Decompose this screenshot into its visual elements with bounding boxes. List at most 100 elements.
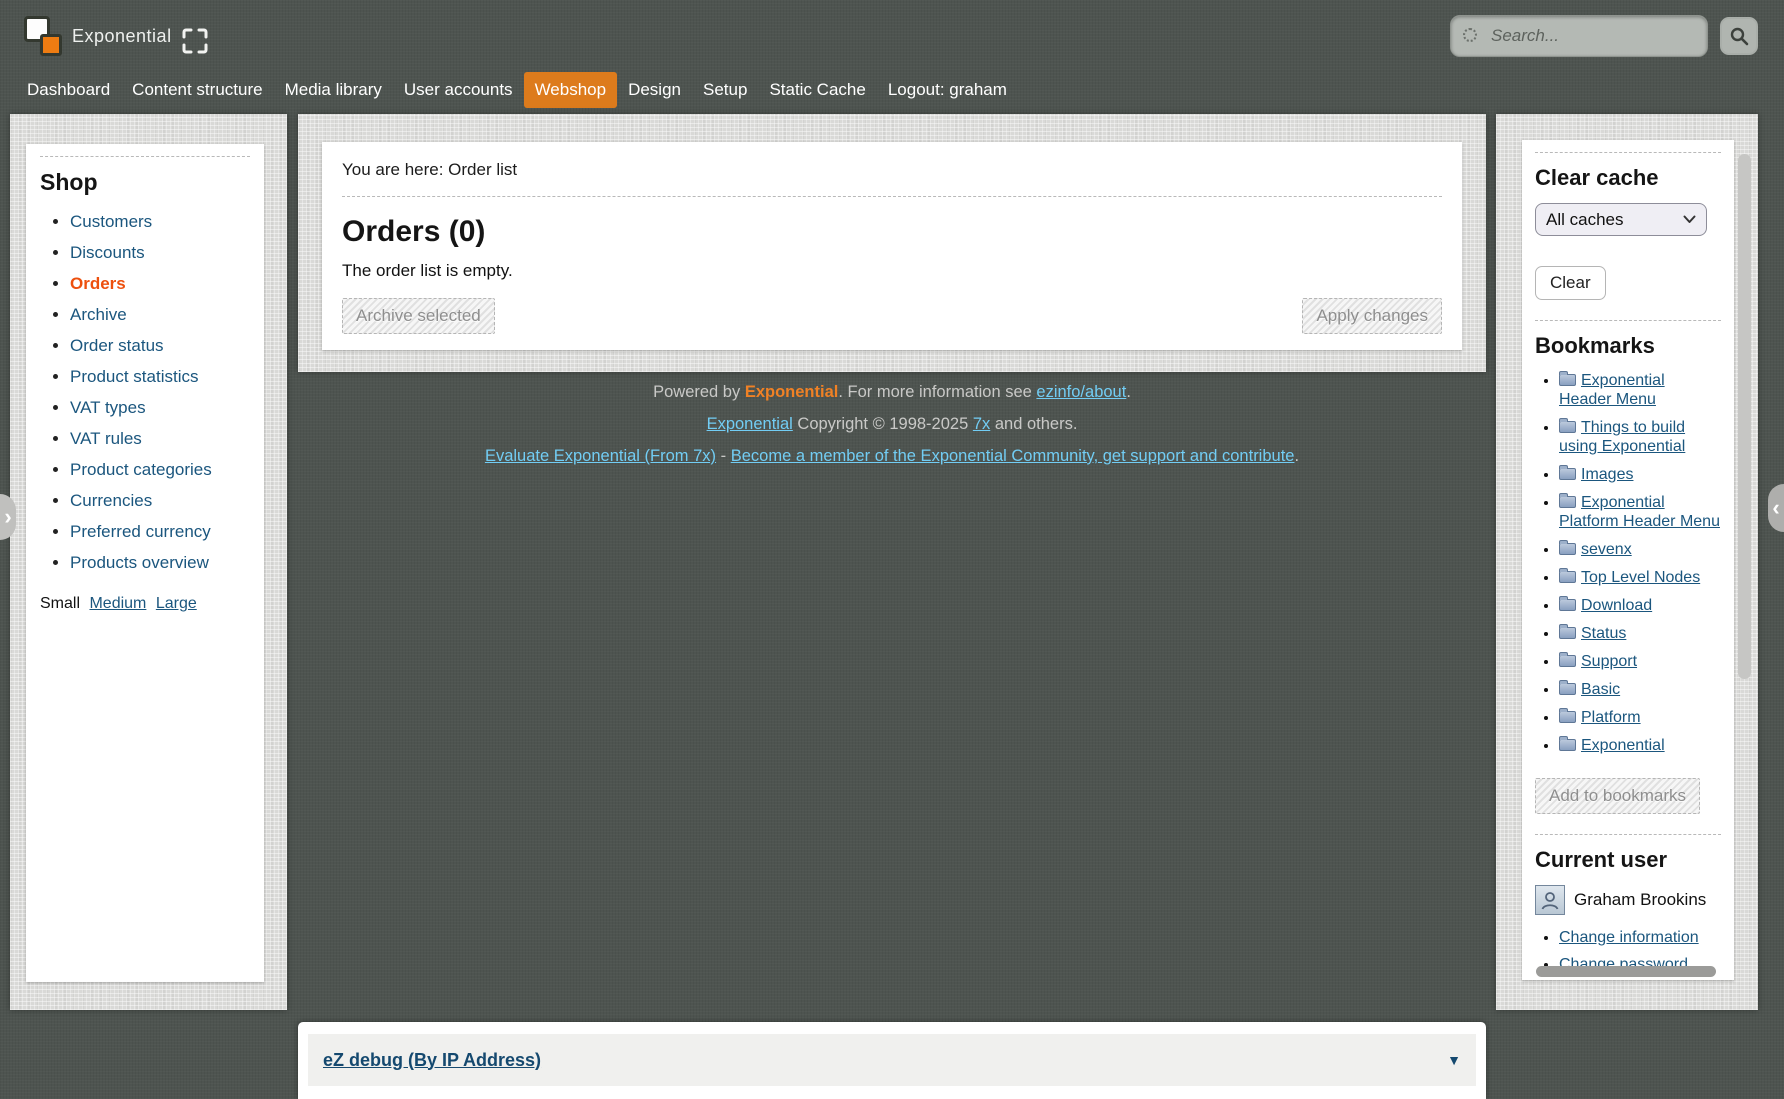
footer-brand: Exponential (745, 383, 839, 401)
bookmarks-heading: Bookmarks (1535, 333, 1721, 359)
nav-static-cache[interactable]: Static Cache (758, 72, 876, 108)
debug-title-link[interactable]: eZ debug (By IP Address) (323, 1050, 541, 1071)
shop-item-customers[interactable]: Customers (70, 212, 152, 231)
shop-item-order-status[interactable]: Order status (70, 336, 164, 355)
text-size-switcher: Small Medium Large (40, 595, 250, 613)
copyright-line: Exponential Copyright © 1998-2025 7x and… (298, 412, 1486, 437)
shop-item-discounts[interactable]: Discounts (70, 243, 145, 262)
divider (1535, 834, 1721, 835)
nav-setup[interactable]: Setup (692, 72, 758, 108)
bookmark-link[interactable]: Top Level Nodes (1581, 569, 1700, 586)
footer-text: . For more information see (838, 383, 1036, 401)
folder-icon (1559, 543, 1576, 555)
divider (1535, 320, 1721, 321)
list-item: Product categories (70, 460, 250, 480)
footer-text: . (1126, 383, 1131, 401)
right-column: Clear cache All caches Clear Bookmarks E… (1496, 114, 1758, 1010)
debug-toggle-icon[interactable]: ▼ (1447, 1052, 1461, 1068)
evaluate-link[interactable]: Evaluate Exponential (From 7x) (485, 447, 716, 465)
search-button[interactable] (1720, 17, 1758, 55)
shop-item-products-overview[interactable]: Products overview (70, 553, 209, 572)
breadcrumb: You are here: Order list (342, 142, 1442, 180)
list-item: VAT types (70, 398, 250, 418)
current-user-name: Graham Brookins (1574, 890, 1706, 910)
bookmark-link[interactable]: Status (1581, 625, 1626, 642)
bookmark-link[interactable]: Images (1581, 466, 1633, 483)
add-to-bookmarks-button[interactable]: Add to bookmarks (1535, 778, 1700, 814)
collapse-right-panel-tab[interactable]: ‹ (1768, 484, 1784, 532)
shop-panel: Shop Customers Discounts Orders Archive … (26, 144, 264, 982)
avatar (1535, 885, 1565, 915)
shop-item-orders[interactable]: Orders (70, 274, 126, 293)
nav-dashboard[interactable]: Dashboard (16, 72, 121, 108)
list-item: Preferred currency (70, 522, 250, 542)
brand-title: Exponential (72, 26, 172, 47)
exponential-link[interactable]: Exponential (707, 415, 793, 433)
search-input[interactable] (1450, 15, 1708, 57)
shop-heading: Shop (40, 169, 250, 196)
shop-item-product-categories[interactable]: Product categories (70, 460, 212, 479)
nav-logout[interactable]: Logout: graham (877, 72, 1018, 108)
shop-item-currencies[interactable]: Currencies (70, 491, 152, 510)
clear-cache-select-value: All caches (1546, 210, 1623, 230)
bookmark-item: Status (1559, 624, 1721, 643)
nav-media-library[interactable]: Media library (274, 72, 393, 108)
bookmark-item: Top Level Nodes (1559, 568, 1721, 587)
size-large-link[interactable]: Large (156, 595, 197, 612)
shop-menu: Customers Discounts Orders Archive Order… (40, 212, 250, 573)
bookmark-item: Exponential (1559, 736, 1721, 755)
search-box (1450, 15, 1708, 57)
admin-screen: Exponential Dashboard Content structure … (0, 0, 1784, 1099)
vertical-scrollbar[interactable] (1738, 154, 1751, 679)
shop-item-product-statistics[interactable]: Product statistics (70, 367, 199, 386)
bookmark-link[interactable]: Support (1581, 653, 1637, 670)
community-link[interactable]: Become a member of the Exponential Commu… (731, 447, 1295, 465)
nav-content-structure[interactable]: Content structure (121, 72, 273, 108)
nav-design[interactable]: Design (617, 72, 692, 108)
bookmark-item: Download (1559, 596, 1721, 615)
apply-changes-button[interactable]: Apply changes (1302, 298, 1442, 334)
shop-item-archive[interactable]: Archive (70, 305, 127, 324)
bookmark-link[interactable]: sevenx (1581, 541, 1632, 558)
shop-item-vat-rules[interactable]: VAT rules (70, 429, 142, 448)
size-medium-link[interactable]: Medium (89, 595, 146, 612)
empty-message: The order list is empty. (342, 261, 1442, 281)
shop-item-preferred-currency[interactable]: Preferred currency (70, 522, 211, 541)
dotted-gear-icon (1463, 28, 1477, 42)
seven-x-link[interactable]: 7x (973, 415, 990, 433)
list-item: Currencies (70, 491, 250, 511)
exponential-logo-icon (24, 16, 62, 56)
bookmark-link[interactable]: Exponential (1581, 737, 1665, 754)
divider (1535, 152, 1721, 153)
bookmark-link[interactable]: Basic (1581, 681, 1620, 698)
bookmark-item: Exponential Platform Header Menu (1559, 493, 1721, 531)
ezinfo-about-link[interactable]: ezinfo/about (1036, 383, 1126, 401)
nav-user-accounts[interactable]: User accounts (393, 72, 524, 108)
logo-front-square (40, 34, 62, 56)
folder-icon (1559, 468, 1576, 480)
main-nav: Dashboard Content structure Media librar… (16, 72, 1018, 108)
divider (342, 196, 1442, 197)
list-item: Product statistics (70, 367, 250, 387)
nav-webshop[interactable]: Webshop (524, 72, 618, 108)
folder-icon (1559, 421, 1576, 433)
bookmark-link[interactable]: Things to build using Exponential (1559, 419, 1685, 455)
bookmark-link[interactable]: Download (1581, 597, 1652, 614)
archive-selected-button[interactable]: Archive selected (342, 298, 495, 334)
fullscreen-icon[interactable] (182, 28, 208, 54)
action-button-row: Archive selected Apply changes (342, 298, 1442, 334)
clear-cache-select[interactable]: All caches (1535, 203, 1707, 236)
shop-item-vat-types[interactable]: VAT types (70, 398, 146, 417)
list-item: Customers (70, 212, 250, 232)
bookmark-link[interactable]: Platform (1581, 709, 1641, 726)
clear-cache-button[interactable]: Clear (1535, 266, 1606, 300)
chevron-down-icon (1683, 215, 1696, 224)
bookmark-item: Basic (1559, 680, 1721, 699)
horizontal-scrollbar[interactable] (1536, 966, 1716, 977)
footer-text: - (716, 447, 731, 465)
bookmark-link[interactable]: Exponential Platform Header Menu (1559, 494, 1720, 530)
change-information-link[interactable]: Change information (1559, 929, 1699, 946)
folder-icon (1559, 683, 1576, 695)
main-column: You are here: Order list Orders (0) The … (298, 114, 1486, 372)
footer-text: Powered by (653, 383, 745, 401)
